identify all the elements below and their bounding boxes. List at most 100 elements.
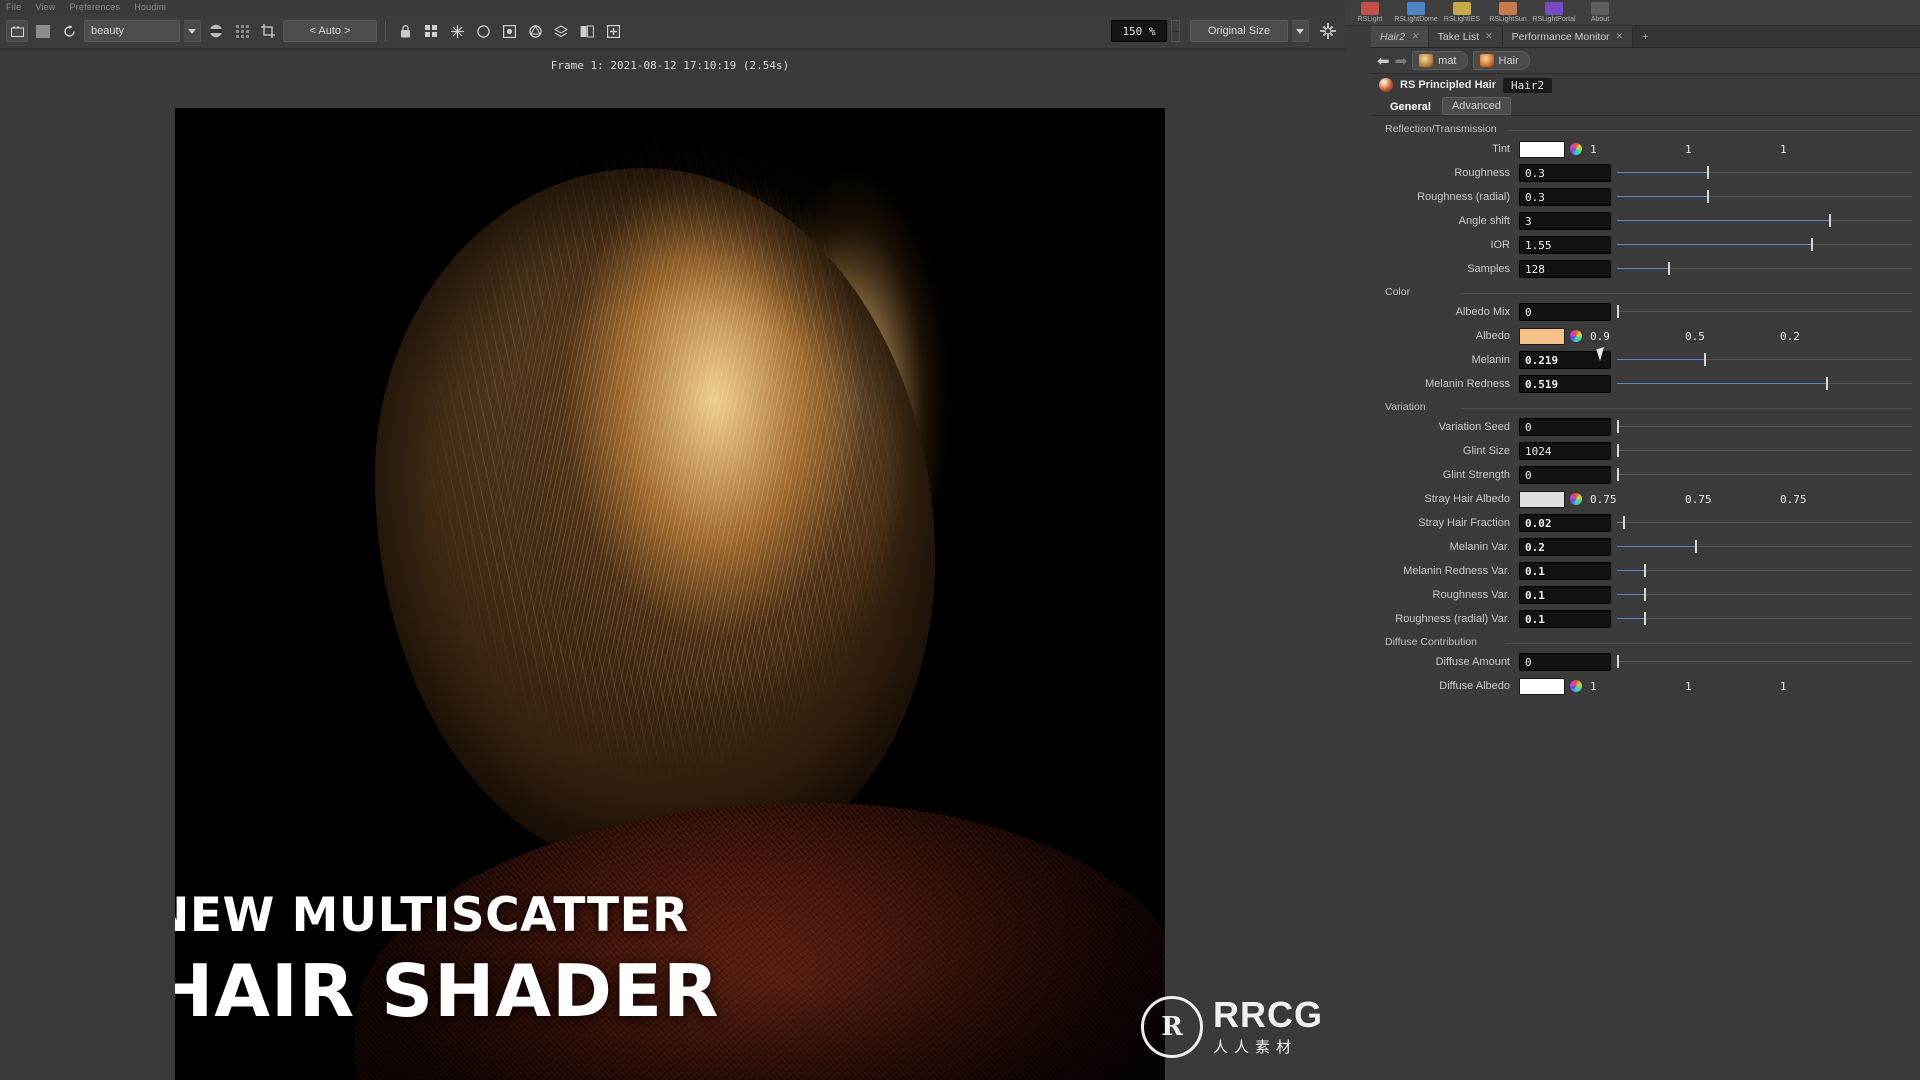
color-channel-2[interactable]: 1 <box>1772 680 1867 693</box>
param-value-field[interactable]: 0 <box>1519 653 1611 671</box>
param-slider[interactable] <box>1617 236 1916 254</box>
param-slider[interactable] <box>1617 562 1916 580</box>
node-name-field[interactable]: Hair2 <box>1502 77 1553 93</box>
render-region-icon[interactable] <box>205 20 227 42</box>
param-value-field[interactable]: 0.519 <box>1519 375 1611 393</box>
forward-arrow-icon[interactable]: ➡ <box>1395 52 1408 70</box>
shelf-item-0[interactable]: RSLight <box>1347 2 1393 25</box>
slider-handle[interactable] <box>1667 262 1670 275</box>
color-picker-icon[interactable] <box>1570 493 1582 505</box>
param-slider[interactable] <box>1617 586 1916 604</box>
tab-take-list[interactable]: Take List ✕ <box>1428 26 1503 47</box>
slider-handle[interactable] <box>1643 564 1646 577</box>
shelf-item-1[interactable]: RSLightDome <box>1393 2 1439 25</box>
shelf-item-3[interactable]: RSLightSun <box>1485 2 1531 25</box>
color-picker-icon[interactable] <box>1570 330 1582 342</box>
shelf-item-5[interactable]: About <box>1577 2 1623 25</box>
param-slider[interactable] <box>1617 538 1916 556</box>
grid-icon[interactable] <box>231 20 253 42</box>
param-slider[interactable] <box>1617 514 1916 532</box>
tab--[interactable]: + <box>1633 26 1658 47</box>
slider-handle[interactable] <box>1706 190 1709 203</box>
color-channel-0[interactable]: 0.9 <box>1582 330 1677 343</box>
back-arrow-icon[interactable]: ⬅ <box>1377 52 1390 70</box>
param-value-field[interactable]: 0.2 <box>1519 538 1611 556</box>
param-slider[interactable] <box>1617 466 1916 484</box>
compare-icon[interactable] <box>576 20 598 42</box>
target-icon[interactable] <box>498 20 520 42</box>
rendered-image[interactable]: NEW MULTISCATTER HAIR SHADER <box>175 108 1165 1080</box>
param-slider[interactable] <box>1617 351 1916 369</box>
layers-icon[interactable] <box>550 20 572 42</box>
param-slider[interactable] <box>1617 610 1916 628</box>
param-slider[interactable] <box>1617 188 1916 206</box>
color-swatch[interactable] <box>1519 677 1565 695</box>
tab-hair2[interactable]: Hair2 ✕ <box>1371 26 1429 47</box>
color-channel-2[interactable]: 0.2 <box>1772 330 1867 343</box>
refresh-icon[interactable] <box>58 20 80 42</box>
slider-handle[interactable] <box>1622 516 1625 529</box>
color-channel-2[interactable]: 1 <box>1772 143 1867 156</box>
param-value-field[interactable]: 0 <box>1519 466 1611 484</box>
aov-select[interactable]: beauty <box>84 20 180 42</box>
param-value-field[interactable]: 0.3 <box>1519 164 1611 182</box>
color-channel-0[interactable]: 1 <box>1582 143 1677 156</box>
slider-handle[interactable] <box>1617 444 1619 457</box>
swatch-icon[interactable] <box>32 20 54 42</box>
param-slider[interactable] <box>1617 303 1916 321</box>
menu-file[interactable]: File <box>6 2 21 12</box>
close-icon[interactable]: ✕ <box>1411 31 1419 42</box>
menu-houdini[interactable]: Houdini <box>134 2 166 12</box>
lock-icon[interactable] <box>394 20 416 42</box>
param-value-field[interactable]: 0.1 <box>1519 586 1611 604</box>
snapshot-icon[interactable] <box>6 20 28 42</box>
shelf-item-4[interactable]: RSLightPortal <box>1531 2 1577 25</box>
color-swatch[interactable] <box>1519 140 1565 158</box>
snowflake-icon[interactable] <box>446 20 468 42</box>
param-slider[interactable] <box>1617 164 1916 182</box>
param-value-field[interactable]: 0.3 <box>1519 188 1611 206</box>
slider-handle[interactable] <box>1643 612 1646 625</box>
param-slider[interactable] <box>1617 418 1916 436</box>
slider-handle[interactable] <box>1703 353 1706 366</box>
slider-handle[interactable] <box>1811 238 1814 251</box>
image-size-chevron-down-icon[interactable] <box>1292 20 1309 42</box>
param-value-field[interactable]: 0 <box>1519 303 1611 321</box>
close-icon[interactable]: ✕ <box>1485 31 1493 42</box>
zoom-level-field[interactable]: 150 % <box>1111 20 1167 42</box>
tab-performance-monitor[interactable]: Performance Monitor ✕ <box>1502 26 1634 47</box>
render-viewport[interactable]: Frame 1: 2021-08-12 17:10:19 (2.54s) NEW… <box>0 50 1345 1080</box>
param-value-field[interactable]: 1.55 <box>1519 236 1611 254</box>
close-icon[interactable]: ✕ <box>1616 31 1624 42</box>
gear-icon[interactable] <box>1317 20 1339 42</box>
color-channel-1[interactable]: 0.5 <box>1677 330 1772 343</box>
menu-view[interactable]: View <box>35 2 55 12</box>
param-value-field[interactable]: 0.1 <box>1519 562 1611 580</box>
param-value-field[interactable]: 0.02 <box>1519 514 1611 532</box>
slider-handle[interactable] <box>1829 214 1832 227</box>
image-size-select[interactable]: Original Size <box>1190 20 1288 42</box>
menu-preferences[interactable]: Preferences <box>69 2 120 12</box>
color-channel-0[interactable]: 1 <box>1582 680 1677 693</box>
grid2-icon[interactable] <box>420 20 442 42</box>
aperture-icon[interactable] <box>524 20 546 42</box>
crop-mode-select[interactable]: < Auto > <box>283 20 377 42</box>
slider-handle[interactable] <box>1694 540 1697 553</box>
param-slider[interactable] <box>1617 260 1916 278</box>
color-channel-1[interactable]: 0.75 <box>1677 493 1772 506</box>
slider-handle[interactable] <box>1643 588 1646 601</box>
slider-handle[interactable] <box>1617 305 1619 318</box>
param-value-field[interactable]: 0 <box>1519 418 1611 436</box>
chevron-down-icon[interactable] <box>184 20 201 42</box>
slider-handle[interactable] <box>1617 468 1619 481</box>
param-value-field[interactable]: 1024 <box>1519 442 1611 460</box>
color-channel-0[interactable]: 0.75 <box>1582 493 1677 506</box>
zoom-stepper[interactable] <box>1171 20 1180 42</box>
param-tab-advanced[interactable]: Advanced <box>1441 97 1511 115</box>
breadcrumb-mat[interactable]: mat <box>1412 51 1468 70</box>
color-channel-2[interactable]: 0.75 <box>1772 493 1867 506</box>
crop-icon[interactable] <box>257 20 279 42</box>
color-picker-icon[interactable] <box>1570 143 1582 155</box>
param-value-field[interactable]: 3 <box>1519 212 1611 230</box>
slider-handle[interactable] <box>1617 420 1619 433</box>
